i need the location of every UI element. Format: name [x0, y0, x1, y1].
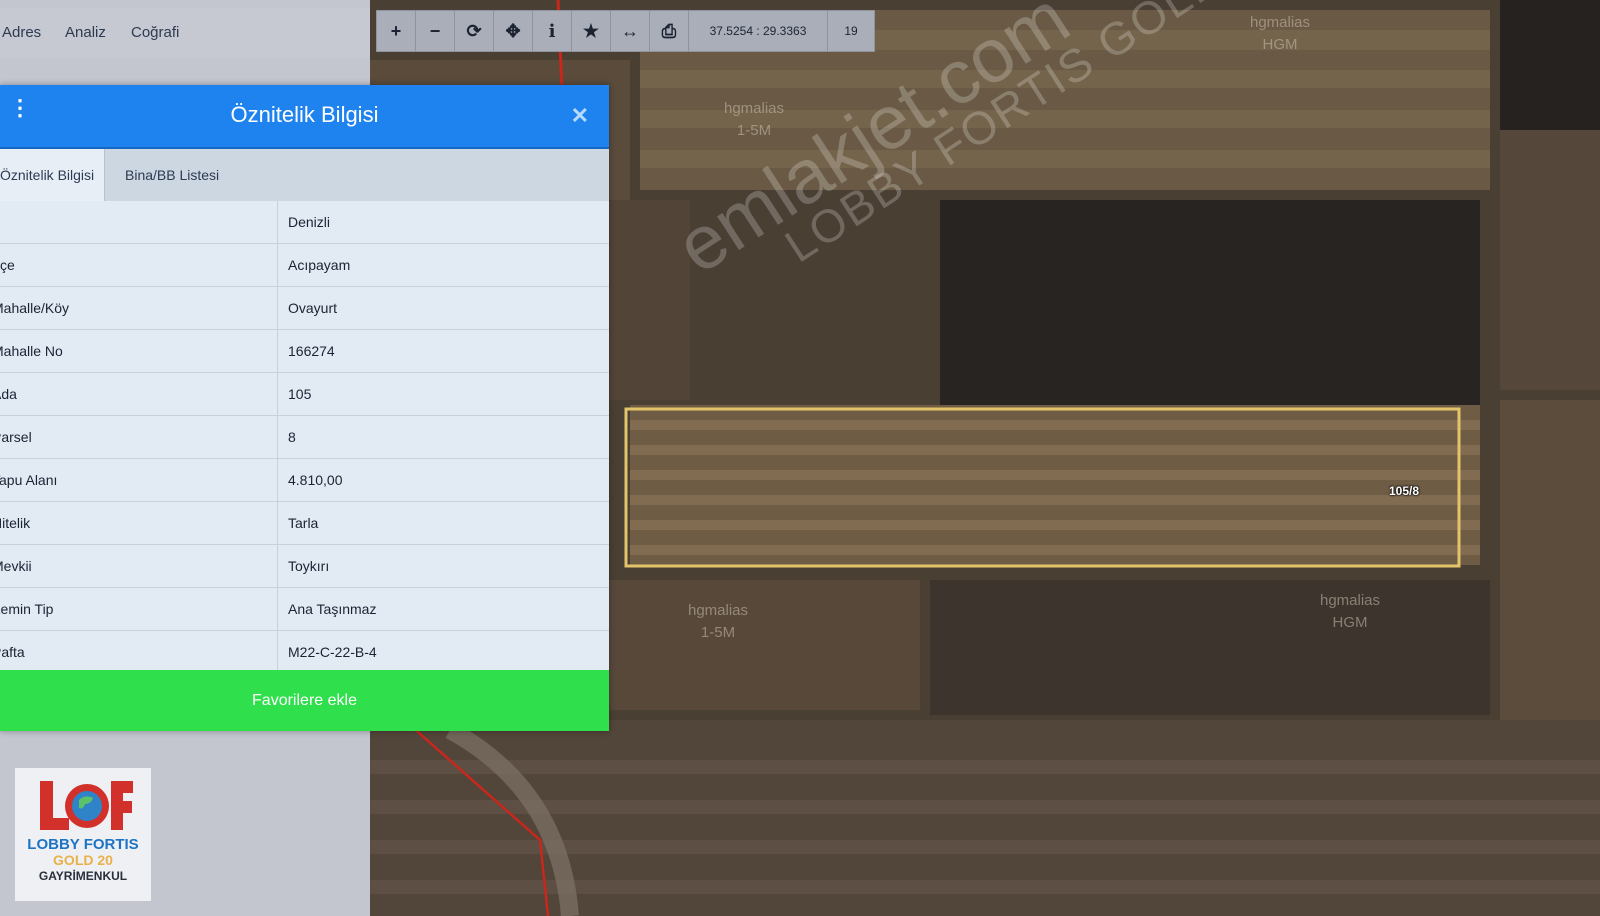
row-value: Ana Taşınmaz: [288, 601, 377, 617]
nav-item-cografi[interactable]: Coğrafi: [131, 24, 179, 41]
close-icon[interactable]: ✕: [571, 103, 589, 129]
row-value: 8: [288, 429, 296, 445]
row-key: Tapu Alanı: [0, 472, 58, 488]
table-row: Denizli: [0, 201, 609, 244]
row-key: Zemin Tip: [0, 601, 54, 617]
add-to-favorites-button[interactable]: Favorilere ekle: [0, 670, 609, 731]
panel-header[interactable]: ⋮ Öznitelik Bilgisi ✕: [0, 85, 609, 149]
row-key: çe: [0, 257, 15, 273]
zoom-in-icon[interactable]: +: [377, 11, 416, 51]
nav-item-analiz[interactable]: Analiz: [65, 24, 106, 41]
panel-tabs: Öznitelik Bilgisi Bina/BB Listesi: [0, 149, 609, 202]
favorite-star-icon[interactable]: ★: [572, 11, 611, 51]
pan-icon[interactable]: ✥: [494, 11, 533, 51]
table-row: Mevkii Toykırı: [0, 545, 609, 588]
table-row: Parsel 8: [0, 416, 609, 459]
row-key: Nitelik: [0, 515, 31, 531]
logo-text-line1: LOBBY FORTIS: [27, 836, 139, 853]
info-icon[interactable]: i: [533, 11, 572, 51]
refresh-icon[interactable]: ⟳: [455, 11, 494, 51]
map-faded-label: hgmalias HGM: [1320, 592, 1381, 631]
tab-oznitelik-bilgisi[interactable]: Öznitelik Bilgisi: [0, 149, 106, 201]
row-value: 166274: [288, 343, 335, 359]
logo-text-line2: GOLD 20: [53, 852, 113, 868]
row-value: Toykırı: [288, 558, 330, 574]
table-row: çe Acıpayam: [0, 244, 609, 287]
table-row: Mahalle/Köy Ovayurt: [0, 287, 609, 330]
row-value: Ovayurt: [288, 300, 338, 316]
top-nav: Adres Analiz Coğrafi: [0, 8, 370, 58]
logo-text-line3: GAYRİMENKUL: [38, 869, 128, 883]
row-value: Denizli: [288, 214, 331, 230]
row-value: Tarla: [288, 515, 319, 531]
zoom-level: 19: [844, 24, 858, 38]
row-value: 105: [288, 386, 312, 402]
row-key: Mahalle/Köy: [0, 300, 70, 316]
table-row: Nitelik Tarla: [0, 502, 609, 545]
parcel-label[interactable]: 105/8: [1389, 484, 1419, 498]
table-row: Pafta M22-C-22-B-4: [0, 631, 609, 674]
measure-icon[interactable]: ↔: [611, 11, 650, 51]
map-faded-label: hgmalias 1-5M: [724, 100, 785, 139]
lof-logo-mark: [40, 781, 133, 830]
map-toolbar: + − ⟳ ✥ i ★ ↔ ⎙ 37.5254 : 29.3363 19: [376, 10, 875, 52]
row-key: Mahalle No: [0, 343, 63, 359]
zoom-out-icon[interactable]: −: [416, 11, 455, 51]
coordinate-readout: 37.5254 : 29.3363: [689, 11, 828, 51]
row-value: 4.810,00: [288, 472, 343, 488]
attribute-panel: ⋮ Öznitelik Bilgisi ✕ Öznitelik Bilgisi …: [0, 85, 609, 731]
attribute-table: Denizli çe Acıpayam Mahalle/Köy Ovayurt …: [0, 201, 609, 674]
row-value: Acıpayam: [288, 257, 351, 273]
row-key: Ada: [0, 386, 17, 402]
table-row: Mahalle No 166274: [0, 330, 609, 373]
row-key: Parsel: [0, 429, 32, 445]
map-faded-label: hgmalias 1-5M: [688, 602, 749, 641]
tab-bina-bb-listesi[interactable]: Bina/BB Listesi: [115, 149, 229, 201]
nav-item-adres[interactable]: Adres: [2, 24, 41, 41]
table-row: Ada 105: [0, 373, 609, 416]
map-faded-label: hgmalias HGM: [1250, 14, 1311, 53]
row-value: M22-C-22-B-4: [288, 644, 377, 660]
row-key: Mevkii: [0, 558, 32, 574]
agency-logo: LOBBY FORTIS GOLD 20 GAYRİMENKUL: [15, 768, 151, 901]
table-row: Zemin Tip Ana Taşınmaz: [0, 588, 609, 631]
table-row: Tapu Alanı 4.810,00: [0, 459, 609, 502]
row-key: Pafta: [0, 644, 25, 660]
panel-title: Öznitelik Bilgisi: [230, 102, 379, 127]
print-icon[interactable]: ⎙: [650, 11, 689, 51]
